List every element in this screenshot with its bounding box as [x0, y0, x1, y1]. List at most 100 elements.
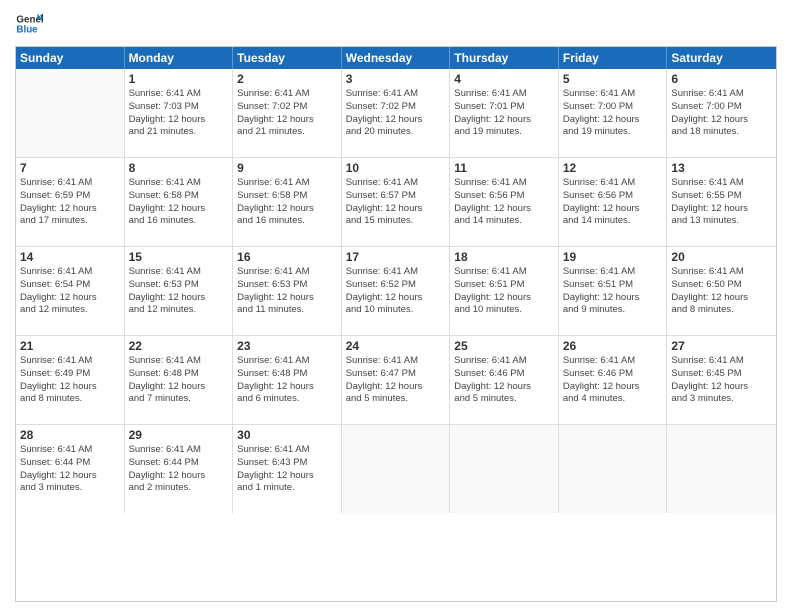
day-number: 1: [129, 72, 229, 86]
cell-info: Sunrise: 6:41 AM Sunset: 6:58 PM Dayligh…: [237, 177, 337, 228]
day-number: 29: [129, 428, 229, 442]
calendar-cell: 24 Sunrise: 6:41 AM Sunset: 6:47 PM Dayli…: [342, 336, 451, 424]
calendar-cell: 16Sunrise: 6:41 AM Sunset: 6:53 PM Dayli…: [233, 247, 342, 335]
day-number: 19: [563, 250, 663, 264]
calendar-cell: 29 Sunrise: 6:41 AM Sunset: 6:44 PM Dayli…: [125, 425, 234, 513]
logo-icon: General Blue: [15, 10, 43, 38]
day-number: 4: [454, 72, 554, 86]
calendar-cell: 23Sunrise: 6:41 AM Sunset: 6:48 PM Dayli…: [233, 336, 342, 424]
day-header-friday: Friday: [559, 47, 668, 69]
calendar-cell: 3 Sunrise: 6:41 AM Sunset: 7:02 PM Daylig…: [342, 69, 451, 157]
day-header-monday: Monday: [125, 47, 234, 69]
day-number: 21: [20, 339, 120, 353]
cell-info: Sunrise: 6:41 AM Sunset: 6:51 PM Dayligh…: [563, 266, 663, 317]
calendar-cell: 1 Sunrise: 6:41 AM Sunset: 7:03 PM Daylig…: [125, 69, 234, 157]
calendar-cell: [667, 425, 776, 513]
cell-info: Sunrise: 6:41 AM Sunset: 6:46 PM Dayligh…: [454, 355, 554, 406]
cell-info: Sunrise: 6:41 AM Sunset: 6:56 PM Dayligh…: [563, 177, 663, 228]
day-number: 14: [20, 250, 120, 264]
calendar-cell: 15 Sunrise: 6:41 AM Sunset: 6:53 PM Dayli…: [125, 247, 234, 335]
calendar: SundayMondayTuesdayWednesdayThursdayFrid…: [15, 46, 777, 602]
day-number: 10: [346, 161, 446, 175]
calendar-week-4: 21 Sunrise: 6:41 AM Sunset: 6:49 PM Dayli…: [16, 336, 776, 425]
day-number: 28: [20, 428, 120, 442]
calendar-week-1: 1 Sunrise: 6:41 AM Sunset: 7:03 PM Daylig…: [16, 69, 776, 158]
day-number: 15: [129, 250, 229, 264]
cell-info: Sunrise: 6:41 AM Sunset: 6:53 PM Dayligh…: [237, 266, 337, 317]
calendar-cell: 12Sunrise: 6:41 AM Sunset: 6:56 PM Dayli…: [559, 158, 668, 246]
day-number: 7: [20, 161, 120, 175]
day-number: 13: [671, 161, 772, 175]
day-number: 22: [129, 339, 229, 353]
day-number: 5: [563, 72, 663, 86]
cell-info: Sunrise: 6:41 AM Sunset: 6:49 PM Dayligh…: [20, 355, 120, 406]
day-number: 3: [346, 72, 446, 86]
calendar-cell: 6 Sunrise: 6:41 AM Sunset: 7:00 PM Daylig…: [667, 69, 776, 157]
cell-info: Sunrise: 6:41 AM Sunset: 6:44 PM Dayligh…: [129, 444, 229, 495]
calendar-cell: 17 Sunrise: 6:41 AM Sunset: 6:52 PM Dayli…: [342, 247, 451, 335]
calendar-cell: 5 Sunrise: 6:41 AM Sunset: 7:00 PM Daylig…: [559, 69, 668, 157]
calendar-header: SundayMondayTuesdayWednesdayThursdayFrid…: [16, 47, 776, 69]
logo: General Blue: [15, 10, 37, 38]
cell-info: Sunrise: 6:41 AM Sunset: 6:54 PM Dayligh…: [20, 266, 120, 317]
calendar-cell: 26Sunrise: 6:41 AM Sunset: 6:46 PM Dayli…: [559, 336, 668, 424]
day-number: 18: [454, 250, 554, 264]
calendar-cell: 20 Sunrise: 6:41 AM Sunset: 6:50 PM Dayli…: [667, 247, 776, 335]
calendar-cell: 21 Sunrise: 6:41 AM Sunset: 6:49 PM Dayli…: [16, 336, 125, 424]
page-header: General Blue: [15, 10, 777, 38]
day-header-wednesday: Wednesday: [342, 47, 451, 69]
day-number: 24: [346, 339, 446, 353]
day-number: 2: [237, 72, 337, 86]
day-number: 26: [563, 339, 663, 353]
day-number: 6: [671, 72, 772, 86]
cell-info: Sunrise: 6:41 AM Sunset: 6:52 PM Dayligh…: [346, 266, 446, 317]
day-header-saturday: Saturday: [667, 47, 776, 69]
cell-info: Sunrise: 6:41 AM Sunset: 6:51 PM Dayligh…: [454, 266, 554, 317]
cell-info: Sunrise: 6:41 AM Sunset: 7:00 PM Dayligh…: [671, 88, 772, 139]
calendar-cell: 14 Sunrise: 6:41 AM Sunset: 6:54 PM Dayli…: [16, 247, 125, 335]
day-number: 8: [129, 161, 229, 175]
calendar-cell: 4 Sunrise: 6:41 AM Sunset: 7:01 PM Daylig…: [450, 69, 559, 157]
day-number: 11: [454, 161, 554, 175]
svg-text:Blue: Blue: [16, 24, 38, 35]
calendar-cell: 2Sunrise: 6:41 AM Sunset: 7:02 PM Daylig…: [233, 69, 342, 157]
calendar-cell: [342, 425, 451, 513]
calendar-cell: 27 Sunrise: 6:41 AM Sunset: 6:45 PM Dayli…: [667, 336, 776, 424]
calendar-week-3: 14 Sunrise: 6:41 AM Sunset: 6:54 PM Dayli…: [16, 247, 776, 336]
cell-info: Sunrise: 6:41 AM Sunset: 7:03 PM Dayligh…: [129, 88, 229, 139]
cell-info: Sunrise: 6:41 AM Sunset: 6:58 PM Dayligh…: [129, 177, 229, 228]
cell-info: Sunrise: 6:41 AM Sunset: 6:45 PM Dayligh…: [671, 355, 772, 406]
day-number: 30: [237, 428, 337, 442]
calendar-cell: 7Sunrise: 6:41 AM Sunset: 6:59 PM Daylig…: [16, 158, 125, 246]
day-header-thursday: Thursday: [450, 47, 559, 69]
calendar-cell: [559, 425, 668, 513]
calendar-cell: 11 Sunrise: 6:41 AM Sunset: 6:56 PM Dayli…: [450, 158, 559, 246]
calendar-body: 1 Sunrise: 6:41 AM Sunset: 7:03 PM Daylig…: [16, 69, 776, 513]
calendar-cell: 8 Sunrise: 6:41 AM Sunset: 6:58 PM Daylig…: [125, 158, 234, 246]
calendar-cell: 25Sunrise: 6:41 AM Sunset: 6:46 PM Dayli…: [450, 336, 559, 424]
day-number: 17: [346, 250, 446, 264]
day-number: 23: [237, 339, 337, 353]
cell-info: Sunrise: 6:41 AM Sunset: 6:55 PM Dayligh…: [671, 177, 772, 228]
calendar-cell: 19 Sunrise: 6:41 AM Sunset: 6:51 PM Dayli…: [559, 247, 668, 335]
cell-info: Sunrise: 6:41 AM Sunset: 6:56 PM Dayligh…: [454, 177, 554, 228]
day-number: 20: [671, 250, 772, 264]
cell-info: Sunrise: 6:41 AM Sunset: 6:48 PM Dayligh…: [129, 355, 229, 406]
calendar-cell: 22 Sunrise: 6:41 AM Sunset: 6:48 PM Dayli…: [125, 336, 234, 424]
calendar-week-2: 7Sunrise: 6:41 AM Sunset: 6:59 PM Daylig…: [16, 158, 776, 247]
day-number: 27: [671, 339, 772, 353]
cell-info: Sunrise: 6:41 AM Sunset: 7:02 PM Dayligh…: [346, 88, 446, 139]
day-header-sunday: Sunday: [16, 47, 125, 69]
cell-info: Sunrise: 6:41 AM Sunset: 7:00 PM Dayligh…: [563, 88, 663, 139]
calendar-week-5: 28 Sunrise: 6:41 AM Sunset: 6:44 PM Dayli…: [16, 425, 776, 513]
cell-info: Sunrise: 6:41 AM Sunset: 6:50 PM Dayligh…: [671, 266, 772, 317]
cell-info: Sunrise: 6:41 AM Sunset: 7:01 PM Dayligh…: [454, 88, 554, 139]
calendar-cell: [16, 69, 125, 157]
day-number: 9: [237, 161, 337, 175]
cell-info: Sunrise: 6:41 AM Sunset: 6:44 PM Dayligh…: [20, 444, 120, 495]
calendar-cell: 13 Sunrise: 6:41 AM Sunset: 6:55 PM Dayli…: [667, 158, 776, 246]
cell-info: Sunrise: 6:41 AM Sunset: 6:57 PM Dayligh…: [346, 177, 446, 228]
calendar-cell: 28 Sunrise: 6:41 AM Sunset: 6:44 PM Dayli…: [16, 425, 125, 513]
cell-info: Sunrise: 6:41 AM Sunset: 6:53 PM Dayligh…: [129, 266, 229, 317]
cell-info: Sunrise: 6:41 AM Sunset: 6:47 PM Dayligh…: [346, 355, 446, 406]
